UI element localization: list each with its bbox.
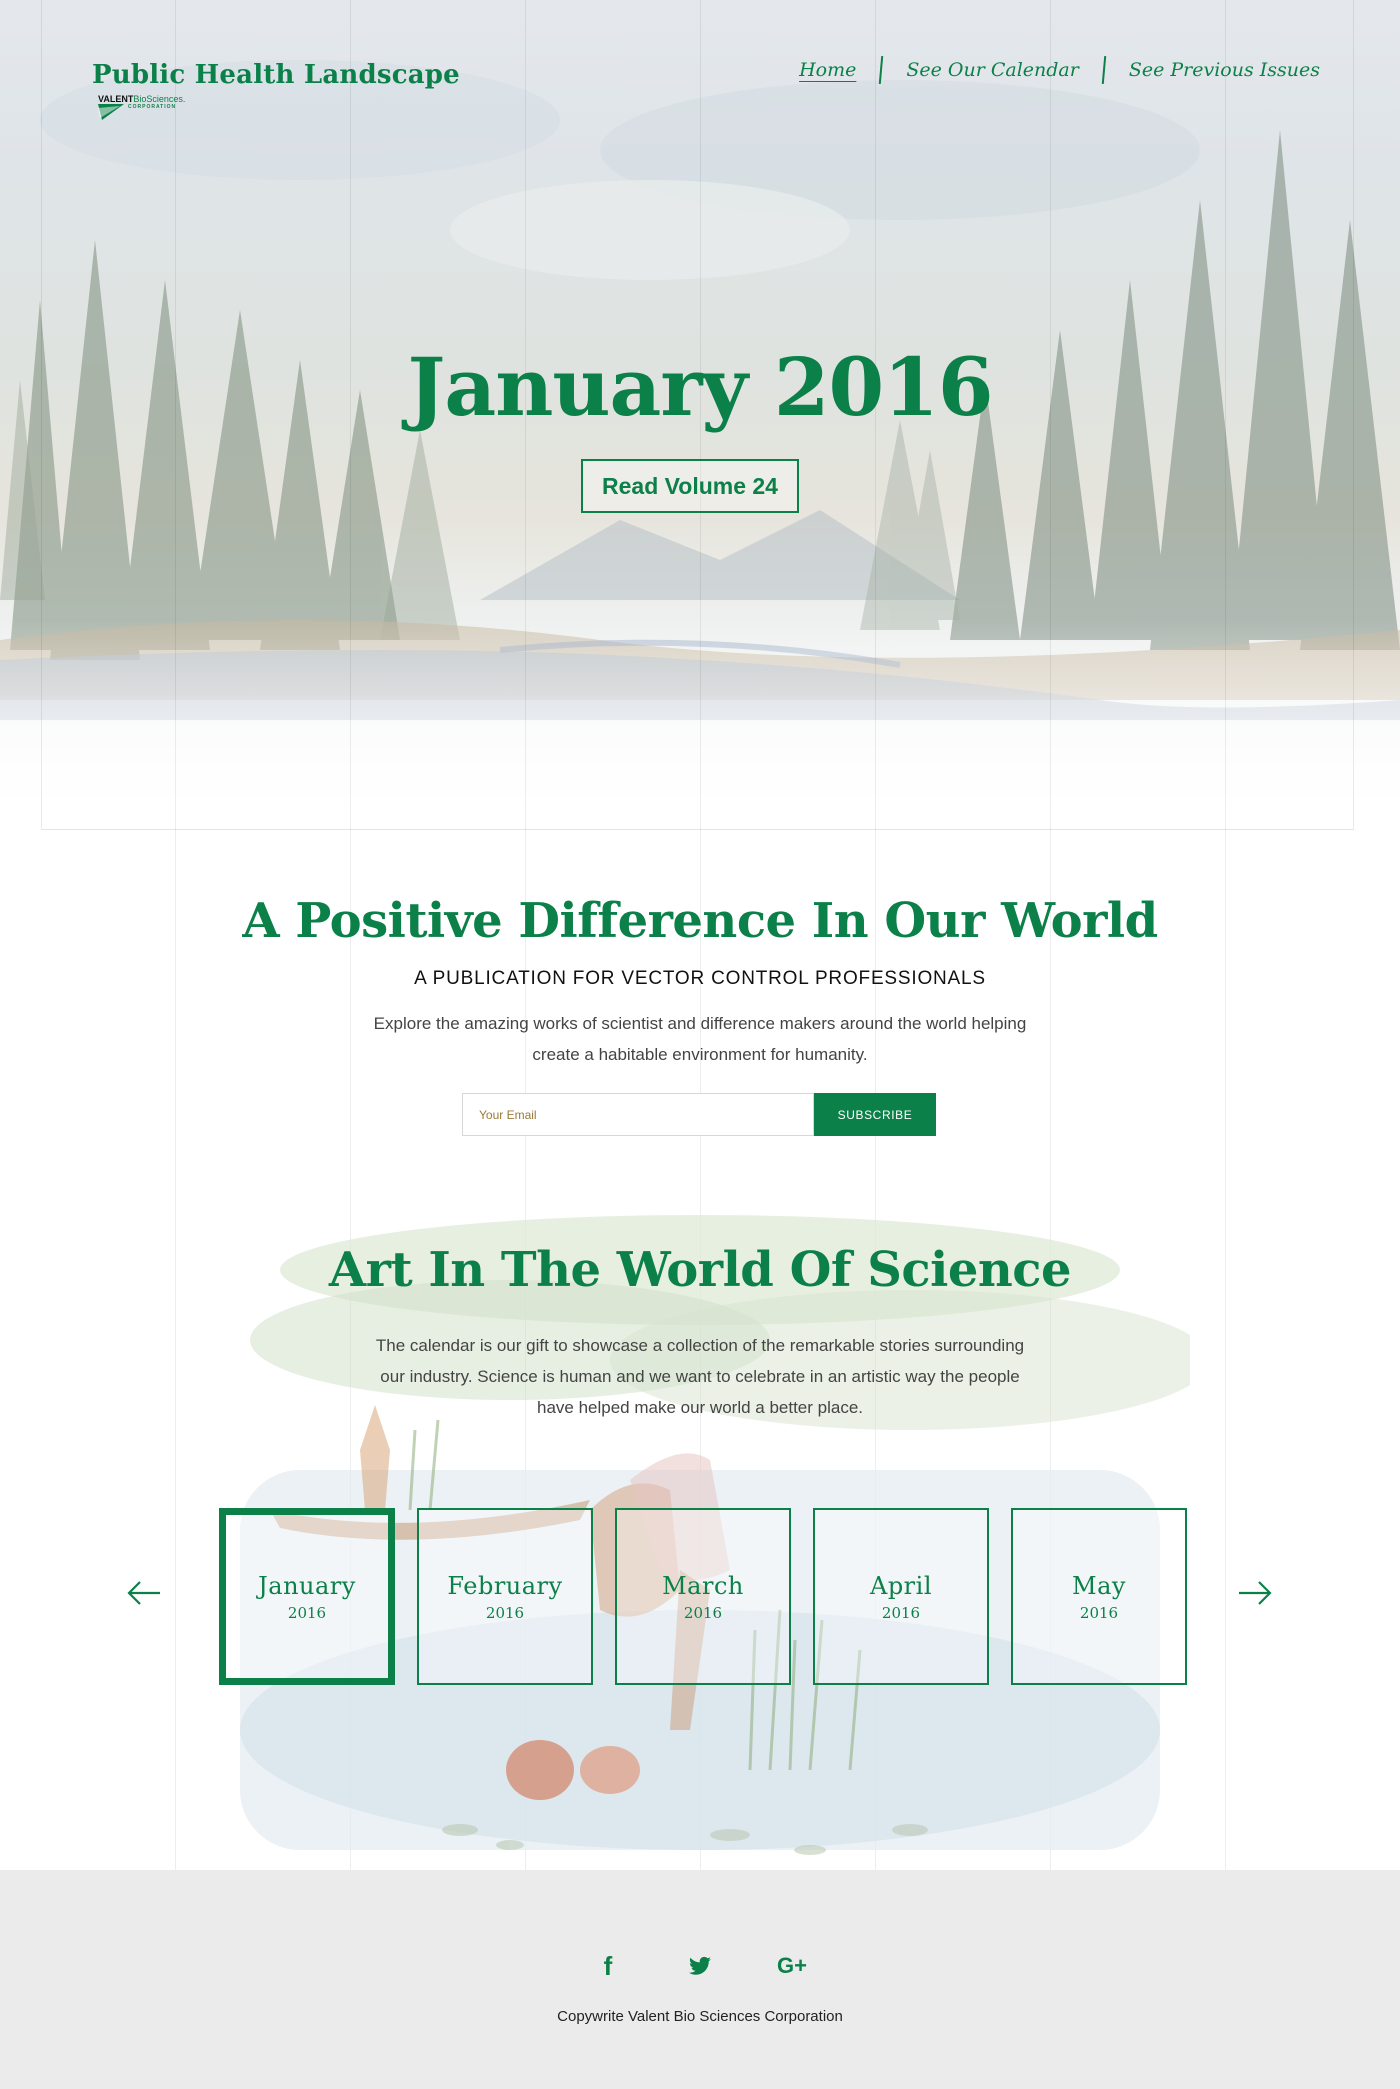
art-text-line: have helped make our world a better plac… [536,1398,864,1417]
email-input[interactable] [462,1093,814,1136]
nav-calendar[interactable]: See Our Calendar [906,59,1078,81]
month-card-year: 2016 [1079,1603,1119,1622]
logo-sub: VALENTBioSciences. CORPORATION [96,94,460,122]
twitter-icon[interactable] [675,1948,725,1984]
month-card-month: February [447,1571,563,1600]
intro-text-line: create a habitable environment for human… [532,1045,868,1064]
google-plus-icon[interactable]: G+ [767,1948,817,1984]
month-card-february[interactable]: February 2016 [417,1508,593,1685]
art-text-line: The calendar is our gift to showcase a c… [375,1336,1025,1355]
logo-brand-name: BioSciences. [133,94,186,104]
nav-previous-issues[interactable]: See Previous Issues [1129,59,1320,81]
hero-title: January 2016 [407,340,994,434]
month-card-year: 2016 [881,1603,921,1622]
subscribe-form: SUBSCRIBE [462,1093,936,1136]
logo-corp: CORPORATION [128,104,177,110]
nav-separator [1101,55,1107,85]
nav-separator [879,55,884,85]
site-logo[interactable]: Public Health Landscape VALENTBioScience… [92,60,460,122]
month-card-may[interactable]: May 2016 [1011,1508,1187,1685]
logo-brand: VALENTBioSciences. CORPORATION [98,94,185,110]
nav-home[interactable]: Home [799,59,856,81]
intro-text-line: Explore the amazing works of scientist a… [373,1014,1027,1033]
month-card-january[interactable]: January 2016 [219,1508,395,1685]
intro-text: Explore the amazing works of scientist a… [350,1008,1050,1070]
logo-brand-strong: VALENT [98,94,134,104]
read-volume-button[interactable]: Read Volume 24 [581,459,799,513]
month-card-month: May [1072,1571,1126,1600]
month-card-year: 2016 [683,1603,723,1622]
month-card-april[interactable]: April 2016 [813,1508,989,1685]
intro-title: A Positive Difference In Our World [242,893,1158,949]
twitter-bird-icon [689,1956,711,1975]
google-plus-glyph: G+ [777,1953,807,1978]
intro-subtitle: A PUBLICATION FOR VECTOR CONTROL PROFESS… [414,968,986,989]
art-text-line: our industry. Science is human and we wa… [380,1367,1020,1386]
logo-title: Public Health Landscape [92,60,460,90]
month-card-month: March [662,1571,744,1600]
main-nav: Home See Our Calendar See Previous Issue… [799,55,1320,85]
month-card-month: January [258,1571,356,1600]
art-text: The calendar is our gift to showcase a c… [350,1330,1050,1423]
arrow-right-icon[interactable] [1237,1578,1273,1608]
month-card-year: 2016 [287,1603,327,1622]
footer: f G+ Copywrite Valent Bio Sciences Corpo… [0,1870,1400,2089]
subscribe-button[interactable]: SUBSCRIBE [814,1093,936,1136]
art-title: Art In The World Of Science [328,1242,1072,1298]
social-links: f G+ [0,1948,1400,1984]
month-carousel: January 2016 February 2016 March 2016 Ap… [219,1508,1187,1685]
month-card-year: 2016 [485,1603,525,1622]
facebook-icon[interactable]: f [583,1948,633,1984]
copyright-text: Copywrite Valent Bio Sciences Corporatio… [557,2008,843,2025]
month-card-march[interactable]: March 2016 [615,1508,791,1685]
facebook-glyph: f [603,1950,613,1981]
month-card-month: April [869,1571,933,1600]
page: Public Health Landscape VALENTBioScience… [0,0,1400,2089]
arrow-left-icon[interactable] [126,1578,162,1608]
